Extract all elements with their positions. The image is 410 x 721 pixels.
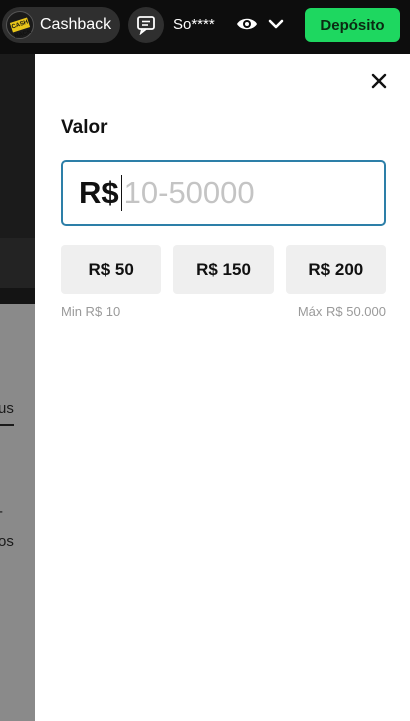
chevron-down-icon[interactable] bbox=[267, 16, 285, 32]
cashback-button[interactable]: CASH BACK Cashback bbox=[2, 7, 120, 43]
deposit-button[interactable]: Depósito bbox=[305, 8, 400, 42]
quick-amount-150[interactable]: R$ 150 bbox=[173, 245, 274, 294]
max-amount-label: Máx R$ 50.000 bbox=[297, 304, 386, 319]
currency-symbol: R$ bbox=[79, 175, 119, 210]
quick-amount-200[interactable]: R$ 200 bbox=[285, 245, 386, 294]
cashback-label: Cashback bbox=[40, 16, 112, 33]
min-amount-label: Min R$ 10 bbox=[61, 304, 121, 319]
background-divider bbox=[0, 288, 35, 304]
quick-amount-50[interactable]: R$ 50 bbox=[61, 245, 162, 294]
chat-button[interactable] bbox=[128, 7, 164, 43]
quick-amount-group: R$ 50 R$ 150 R$ 200 bbox=[61, 245, 386, 294]
amount-input[interactable] bbox=[123, 175, 364, 211]
text-caret bbox=[120, 175, 122, 211]
background-banner bbox=[0, 54, 35, 238]
username-label: So**** bbox=[173, 16, 215, 33]
top-bar: CASH BACK Cashback So**** Depósito bbox=[0, 0, 410, 54]
deposit-panel: Valor R$ R$ 50 R$ 150 R$ 200 Min R$ 10 M… bbox=[35, 54, 410, 721]
cashback-logo-icon: CASH BACK bbox=[6, 11, 34, 40]
background-text: - bbox=[0, 503, 3, 520]
background-stripe bbox=[0, 238, 35, 288]
background-tab-underline bbox=[0, 424, 14, 426]
chat-icon bbox=[137, 16, 155, 35]
amount-field[interactable]: R$ bbox=[61, 160, 386, 226]
background-text: os bbox=[0, 533, 14, 550]
background-text: us bbox=[0, 400, 14, 417]
eye-icon[interactable] bbox=[236, 14, 258, 34]
close-icon[interactable] bbox=[370, 72, 388, 90]
amount-title: Valor bbox=[61, 117, 108, 138]
